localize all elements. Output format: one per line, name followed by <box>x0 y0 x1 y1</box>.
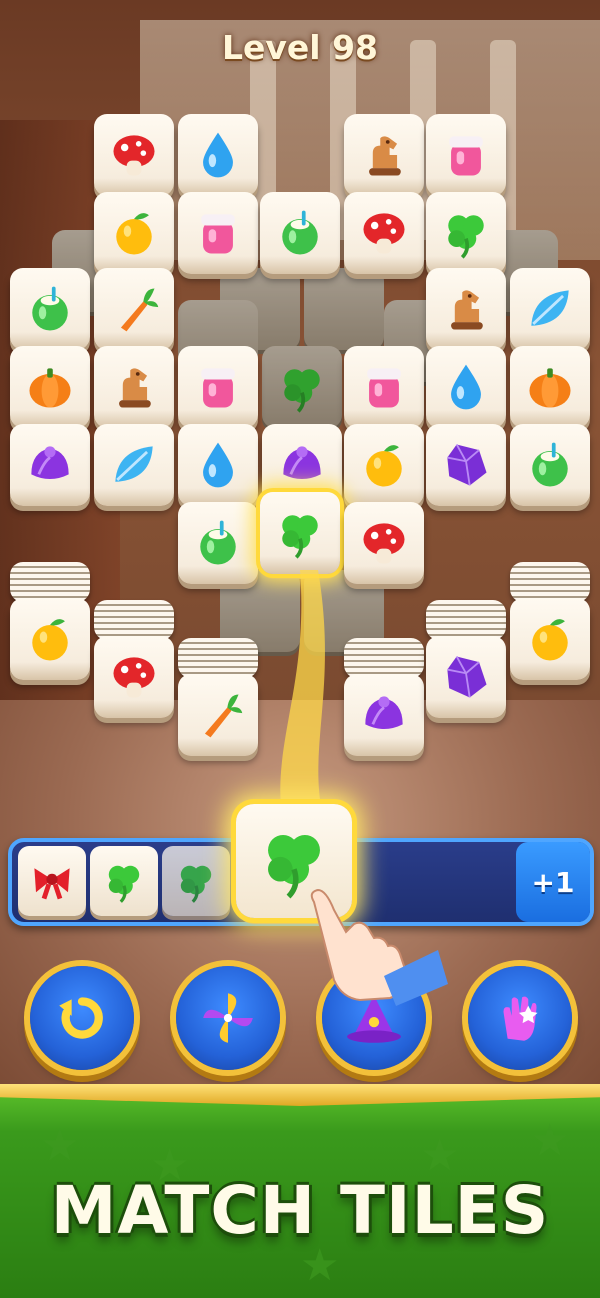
tile-mushroom[interactable] <box>344 192 424 274</box>
undo-icon <box>59 997 103 1039</box>
pinwheel-icon <box>203 993 253 1043</box>
tile-water-drop[interactable] <box>426 346 506 428</box>
rocking-horse-icon <box>356 127 412 183</box>
orange-icon <box>106 205 162 261</box>
tile-coconut[interactable] <box>10 268 90 350</box>
extra-slot-button[interactable]: +1 <box>516 842 590 922</box>
tile-stack <box>10 562 90 602</box>
level-title: Level 98 <box>221 28 379 67</box>
coconut-icon <box>22 281 78 337</box>
star-icon: ★ <box>530 1115 570 1166</box>
tile-leaf[interactable] <box>510 268 590 350</box>
tile-gem[interactable] <box>426 424 506 506</box>
carrot-icon <box>190 687 246 743</box>
undo-booster-button[interactable] <box>30 966 134 1070</box>
tile-mushroom[interactable] <box>94 114 174 196</box>
tile-clover-selected[interactable] <box>260 492 340 574</box>
tile-coconut[interactable] <box>510 424 590 506</box>
tile-stack <box>178 638 258 678</box>
coconut-icon <box>272 205 328 261</box>
leaf-icon <box>106 437 162 493</box>
shell-icon <box>22 437 78 493</box>
tile-orange[interactable] <box>344 424 424 506</box>
clover-icon <box>274 359 330 415</box>
carrot-icon <box>106 281 162 337</box>
clover-icon <box>172 857 220 905</box>
clover-icon <box>438 205 494 261</box>
jam-jar-icon <box>356 359 412 415</box>
tile-gem[interactable] <box>426 636 506 718</box>
water-drop-icon <box>190 437 246 493</box>
tile-clover-covered <box>262 346 342 428</box>
leaf-icon <box>522 281 578 337</box>
rocking-horse-icon <box>438 281 494 337</box>
star-icon: ★ <box>40 1120 80 1171</box>
tile-jam-jar[interactable] <box>178 346 258 428</box>
mushroom-icon <box>106 649 162 705</box>
tile-stack <box>94 600 174 640</box>
shuffle-booster-button[interactable] <box>176 966 280 1070</box>
tile-stack <box>344 638 424 678</box>
tile-orange[interactable] <box>10 598 90 680</box>
mushroom-icon <box>356 515 412 571</box>
orange-icon <box>356 437 412 493</box>
headline: MATCH TILES <box>50 1172 550 1249</box>
tile-water-drop[interactable] <box>178 114 258 196</box>
tile-stack <box>426 600 506 640</box>
tile-carrot[interactable] <box>94 268 174 350</box>
clover-icon <box>100 857 148 905</box>
tile-horse[interactable] <box>94 346 174 428</box>
tile-jam-jar[interactable] <box>178 192 258 274</box>
mushroom-icon <box>106 127 162 183</box>
tile-leaf[interactable] <box>94 424 174 506</box>
pumpkin-icon <box>522 359 578 415</box>
tile-pumpkin[interactable] <box>10 346 90 428</box>
tile-coconut[interactable] <box>178 502 258 584</box>
tile-jam-jar[interactable] <box>426 114 506 196</box>
shell-icon <box>274 437 330 493</box>
tile-shell[interactable] <box>344 674 424 756</box>
orange-icon <box>522 611 578 667</box>
hint-booster-button[interactable] <box>468 966 572 1070</box>
tile-mushroom[interactable] <box>94 636 174 718</box>
tile-jam-jar[interactable] <box>344 346 424 428</box>
tile-stack <box>510 562 590 602</box>
tile-orange[interactable] <box>510 598 590 680</box>
water-drop-icon <box>438 359 494 415</box>
tile-horse[interactable] <box>344 114 424 196</box>
slot-tile-bow <box>18 846 86 916</box>
tile-carrot[interactable] <box>178 674 258 756</box>
slot-tile-clover <box>90 846 158 916</box>
coconut-icon <box>522 437 578 493</box>
coconut-icon <box>190 515 246 571</box>
gem-icon <box>438 437 494 493</box>
jam-jar-icon <box>190 205 246 261</box>
tile-horse[interactable] <box>426 268 506 350</box>
water-drop-icon <box>190 127 246 183</box>
pumpkin-icon <box>22 359 78 415</box>
rocking-horse-icon <box>106 359 162 415</box>
tile-clover[interactable] <box>426 192 506 274</box>
orange-icon <box>22 611 78 667</box>
glove-icon <box>503 996 538 1041</box>
clover-icon <box>272 505 328 561</box>
tile-hidden <box>304 268 384 350</box>
jam-jar-icon <box>438 127 494 183</box>
shell-icon <box>356 687 412 743</box>
gem-icon <box>438 649 494 705</box>
tile-mushroom[interactable] <box>344 502 424 584</box>
tile-shell[interactable] <box>10 424 90 506</box>
jam-jar-icon <box>190 359 246 415</box>
slot-tile-clover <box>162 846 230 916</box>
tile-pumpkin[interactable] <box>510 346 590 428</box>
tile-coconut[interactable] <box>260 192 340 274</box>
tile-orange[interactable] <box>94 192 174 274</box>
mushroom-icon <box>356 205 412 261</box>
bow-icon <box>28 857 76 905</box>
tile-water-drop[interactable] <box>178 424 258 506</box>
pointing-hand-icon <box>310 888 448 1006</box>
